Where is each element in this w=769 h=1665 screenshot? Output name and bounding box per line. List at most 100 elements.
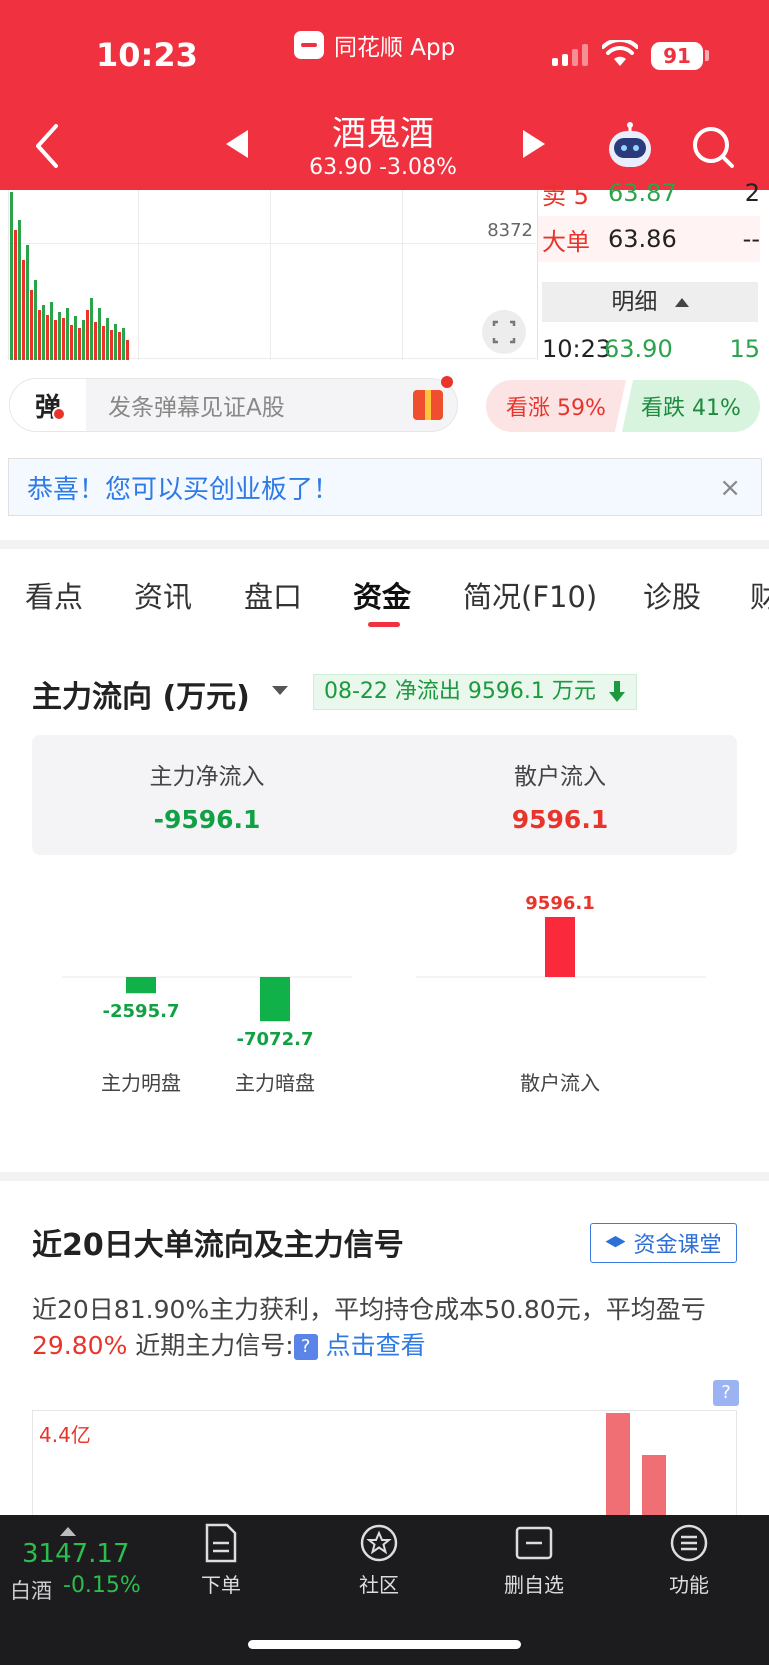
community-star-icon: [360, 1524, 398, 1562]
danmu-input[interactable]: 弹 发条弹幕见证A股: [9, 376, 458, 432]
tab-order-book[interactable]: 盘口: [244, 574, 302, 616]
gift-notification-dot: [441, 376, 453, 388]
return-to-app-label: 同花顺 App: [334, 35, 456, 61]
nav-place-order[interactable]: 下单: [171, 1523, 271, 1598]
order-book-big-order: 大单 63.86 --: [538, 216, 760, 262]
flow-category-label-0: 主力明盘: [101, 1071, 181, 1095]
cellular-signal-icon: [552, 44, 588, 66]
tab-finance[interactable]: 财: [750, 574, 769, 616]
triangle-up-icon: [674, 298, 689, 307]
retail-inflow-value: 9596.1: [511, 805, 609, 834]
danmu-icon: 弹: [10, 379, 86, 431]
nav-functions[interactable]: 功能: [639, 1523, 739, 1598]
view-signal-link[interactable]: 点击查看: [326, 1331, 426, 1360]
big-order-volume: --: [742, 225, 760, 253]
big-order-flow-chart: 4.4亿: [32, 1410, 737, 1520]
sector-index-change: -0.15%: [63, 1573, 141, 1598]
flow-value-label-1: -7072.7: [237, 1029, 314, 1050]
stock-header: 10:23 同花顺 App 91 酒鬼酒 63.90 -3.08%: [0, 0, 769, 190]
next-stock-button[interactable]: [523, 130, 545, 158]
sector-index-name: 白酒: [10, 1579, 52, 1603]
big-order-label: 大单: [542, 227, 590, 256]
flow-bar: [642, 1455, 666, 1520]
tab-profile-f10[interactable]: 简况(F10): [463, 574, 597, 616]
flow-summary: 主力净流入 -9596.1 散户流入 9596.1: [32, 735, 737, 855]
nav-functions-label: 功能: [669, 1573, 709, 1597]
sell5-label: 卖 5: [542, 181, 589, 210]
status-time: 10:23: [96, 36, 198, 74]
tab-diagnosis[interactable]: 诊股: [643, 574, 701, 616]
back-arrow-icon[interactable]: [30, 120, 66, 172]
battery-indicator: 91: [651, 42, 703, 70]
search-icon[interactable]: [690, 124, 736, 170]
order-detail-label: 明细: [611, 289, 658, 315]
net-outflow-tag: 08-22 净流出 9596.1 万元: [313, 674, 637, 710]
retail-inflow: 散户流入 9596.1: [410, 757, 710, 834]
active-tab-indicator: [368, 622, 400, 627]
detail-tabs: 看点 资讯 盘口 资金 简况(F10) 诊股 财: [0, 560, 769, 630]
flow-bar-0: [126, 977, 156, 994]
flow-category-label-1: 主力暗盘: [235, 1071, 315, 1095]
main-net-inflow: 主力净流入 -9596.1: [57, 757, 357, 834]
expand-chart-icon[interactable]: [482, 310, 526, 354]
notice-banner[interactable]: 恭喜！您可以买创业板了！ ×: [8, 458, 762, 516]
main-force-summary: 近20日81.90%主力获利，平均持仓成本50.80元，平均盈亏 29.80% …: [32, 1292, 737, 1364]
volume-axis-label: 8372: [487, 220, 533, 241]
flow-section-title[interactable]: 主力流向 (万元): [32, 672, 250, 716]
remove-icon: [515, 1526, 553, 1560]
stock-price-change: 63.90 -3.08%: [309, 155, 457, 180]
summary-signal-label: 近期主力信号:: [127, 1331, 294, 1360]
tab-kandian[interactable]: 看点: [25, 574, 83, 616]
nav-remove-watchlist-label: 删自选: [504, 1573, 564, 1597]
tick-row: 10:23 63.90 15: [538, 326, 760, 372]
menu-icon: [670, 1524, 708, 1562]
tick-time: 10:23: [542, 335, 612, 363]
sell5-price: 63.87: [608, 179, 677, 207]
tick-volume: 15: [729, 335, 760, 363]
triangle-up-icon: [60, 1527, 76, 1536]
capital-course-button[interactable]: 资金课堂: [590, 1223, 737, 1263]
help-icon[interactable]: ?: [713, 1380, 739, 1406]
big-order-price: 63.86: [608, 225, 677, 253]
tab-news[interactable]: 资讯: [134, 574, 192, 616]
nav-community-label: 社区: [359, 1573, 399, 1597]
sell5-volume: 2: [744, 179, 760, 207]
danmu-placeholder: 发条弹幕见证A股: [108, 395, 285, 421]
chevron-down-icon[interactable]: [272, 686, 288, 695]
section-divider: [0, 540, 769, 549]
vote-bullish-button[interactable]: 看涨 59%: [486, 380, 626, 432]
stock-name: 酒鬼酒: [332, 114, 434, 154]
big-order-flow-title: 近20日大单流向及主力信号: [32, 1228, 404, 1263]
main-net-inflow-label: 主力净流入: [149, 764, 265, 790]
return-to-app[interactable]: 同花顺 App: [294, 28, 455, 62]
danmu-badge-icon: [52, 407, 66, 421]
flow-bar: [606, 1413, 630, 1520]
tab-capital[interactable]: 资金: [353, 574, 411, 616]
nav-place-order-label: 下单: [201, 1573, 241, 1597]
nav-remove-watchlist[interactable]: 删自选: [484, 1523, 584, 1598]
flow-value-label-0: -2595.7: [103, 1001, 180, 1022]
order-detail-toggle[interactable]: 明细: [542, 282, 758, 322]
flow-bar-2: [545, 917, 575, 977]
vote-bearish-button[interactable]: 看跌 41%: [622, 380, 760, 432]
summary-text: 近20日81.90%主力获利，平均持仓成本50.80元，平均盈亏: [32, 1295, 706, 1324]
help-icon[interactable]: ?: [293, 1334, 318, 1360]
section-divider: [0, 1172, 769, 1181]
flow-value-label-2: 9596.1: [525, 893, 594, 914]
capital-flow-chart: -2595.7 主力明盘 -7072.7 主力暗盘 9596.1 散户流入: [62, 893, 706, 1095]
arrow-down-icon: [608, 681, 625, 702]
robot-assistant-icon[interactable]: [605, 122, 655, 170]
previous-stock-button[interactable]: [226, 130, 248, 158]
flow-category-label-2: 散户流入: [520, 1071, 600, 1095]
close-icon[interactable]: ×: [719, 473, 741, 503]
battery-tip: [705, 50, 709, 61]
app-logo-icon: [294, 31, 324, 59]
gift-icon[interactable]: [413, 390, 443, 420]
wifi-icon: [602, 40, 638, 66]
retail-inflow-label: 散户流入: [514, 764, 606, 790]
graduation-cap-icon: [605, 1236, 626, 1248]
chart-max-label: 4.4亿: [39, 1423, 91, 1447]
nav-community[interactable]: 社区: [329, 1523, 429, 1598]
net-outflow-text: 08-22 净流出 9596.1 万元: [324, 679, 596, 704]
intraday-volume-chart[interactable]: 8372: [0, 190, 538, 360]
